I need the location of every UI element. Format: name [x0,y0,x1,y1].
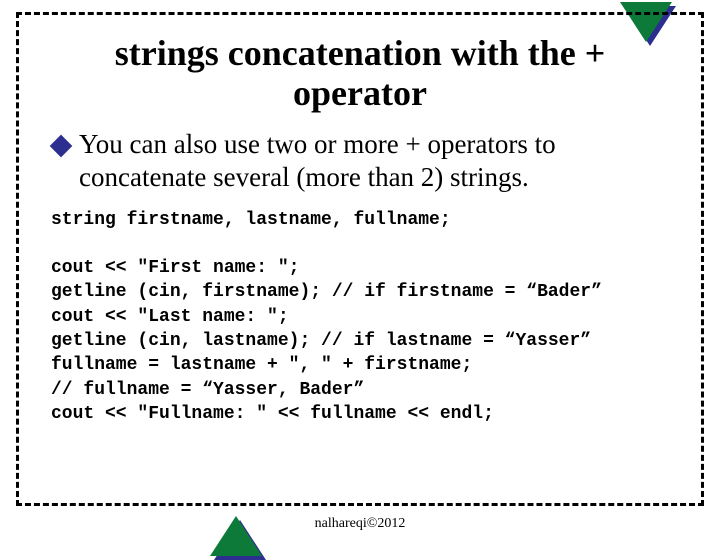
code-block: string firstname, lastname, fullname; co… [51,208,673,427]
slide-frame: strings concatenation with the + operato… [16,12,704,506]
slide-title: strings concatenation with the + operato… [47,33,673,114]
bullet-text: You can also use two or more + operators… [79,128,667,194]
diamond-bullet-icon [50,134,73,157]
bullet-item: You can also use two or more + operators… [53,128,667,194]
slide-footer: nalhareqi©2012 [0,516,720,532]
